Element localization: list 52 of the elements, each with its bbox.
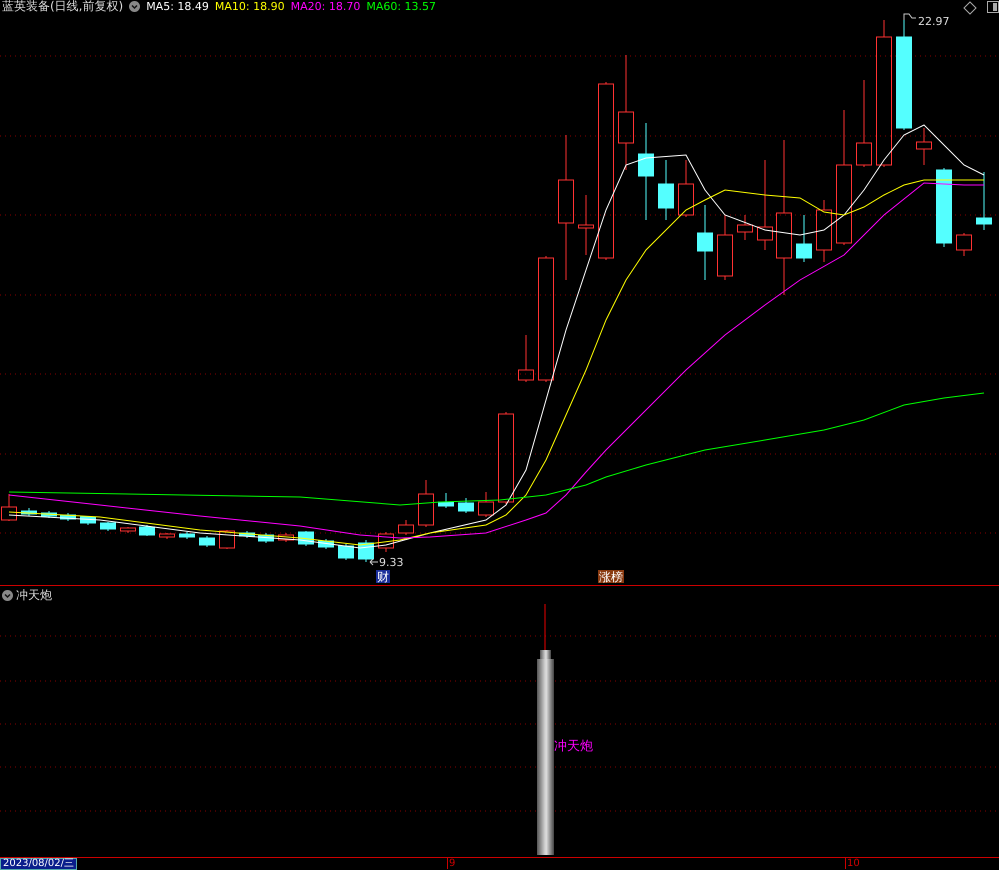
diamond-icon[interactable] [963, 1, 977, 15]
candlestick [378, 532, 394, 552]
candlestick [338, 544, 354, 560]
candlestick [816, 200, 832, 262]
date-label: 2023/08/02/三 [0, 858, 78, 870]
candlestick [458, 498, 474, 514]
chevron-down-icon[interactable] [129, 0, 140, 12]
indicator-value: MA5: 18.49 [146, 0, 209, 12]
candlestick [518, 334, 534, 382]
chevron-down-icon[interactable] [2, 590, 13, 601]
low-price-label: 9.33 [379, 556, 404, 569]
arrow-icon [370, 558, 378, 566]
indicator-value: MA20: 18.70 [290, 0, 360, 12]
event-marker[interactable]: 财 [376, 570, 390, 584]
candlestick [438, 492, 454, 508]
indicator-value: MA10: 18.90 [214, 0, 285, 12]
candlestick [418, 480, 434, 528]
candlestick [318, 538, 334, 550]
candlestick [1, 494, 17, 522]
candlestick [717, 214, 733, 280]
panel-toggle-icon[interactable] [987, 1, 999, 13]
high-price-label: 22.97 [918, 15, 950, 28]
candlestick [278, 532, 294, 542]
candlestick [139, 524, 155, 536]
candlestick [916, 128, 932, 166]
event-marker[interactable]: 涨榜 [598, 570, 624, 584]
indicator-title: 冲天炮 [16, 587, 52, 604]
candlestick [159, 532, 175, 540]
candlestick [976, 172, 992, 230]
candlestick [41, 510, 57, 518]
candlestick [658, 160, 674, 220]
candlestick [21, 508, 37, 516]
candlestick [100, 522, 116, 532]
candlestick [796, 214, 812, 262]
axis-tick-label: 9 [447, 858, 456, 869]
high-price-marker [904, 14, 916, 20]
candlestick [219, 530, 235, 550]
signal-label: 冲天炮 [554, 739, 593, 754]
axis-tick-label: 10 [845, 858, 860, 869]
candlestick [120, 526, 136, 534]
candlestick [737, 214, 753, 240]
candlestick [478, 492, 494, 518]
candlestick [258, 532, 274, 544]
indicator-value: MA60: 13.57 [366, 0, 436, 12]
candlestick [179, 532, 195, 540]
candlestick [239, 530, 255, 538]
candlestick [398, 520, 414, 536]
candlestick [956, 232, 972, 256]
candlestick [678, 160, 694, 218]
candlestick [199, 536, 215, 548]
candlestick [60, 512, 76, 522]
candlestick [578, 194, 594, 256]
